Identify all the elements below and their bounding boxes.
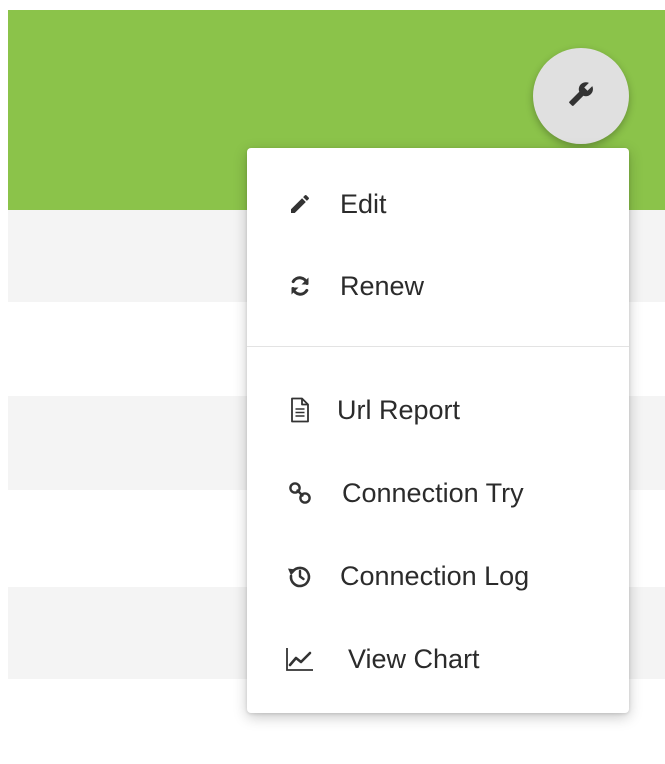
link-icon bbox=[285, 478, 315, 508]
wrench-icon bbox=[568, 81, 594, 112]
menu-item-label: Connection Try bbox=[342, 477, 524, 508]
menu-divider bbox=[247, 346, 629, 347]
menu-item-edit[interactable]: Edit bbox=[247, 169, 629, 239]
menu-item-label: Edit bbox=[340, 188, 387, 219]
actions-menu: Edit Renew Url Report Connection Try Con… bbox=[247, 148, 629, 713]
menu-item-renew[interactable]: Renew bbox=[247, 251, 629, 321]
pencil-icon bbox=[285, 189, 315, 219]
menu-item-label: Connection Log bbox=[340, 560, 530, 591]
menu-item-view-chart[interactable]: View Chart bbox=[247, 624, 629, 694]
tools-button[interactable] bbox=[533, 48, 629, 144]
history-icon bbox=[285, 561, 315, 591]
menu-item-label: Url Report bbox=[337, 394, 461, 425]
menu-item-url-report[interactable]: Url Report bbox=[247, 375, 629, 445]
line-chart-icon bbox=[285, 644, 315, 674]
menu-item-label: Renew bbox=[340, 270, 425, 301]
menu-item-connection-log[interactable]: Connection Log bbox=[247, 541, 629, 611]
menu-item-label: View Chart bbox=[348, 643, 480, 674]
document-icon bbox=[285, 395, 315, 425]
refresh-icon bbox=[285, 271, 315, 301]
menu-item-connection-try[interactable]: Connection Try bbox=[247, 458, 629, 528]
